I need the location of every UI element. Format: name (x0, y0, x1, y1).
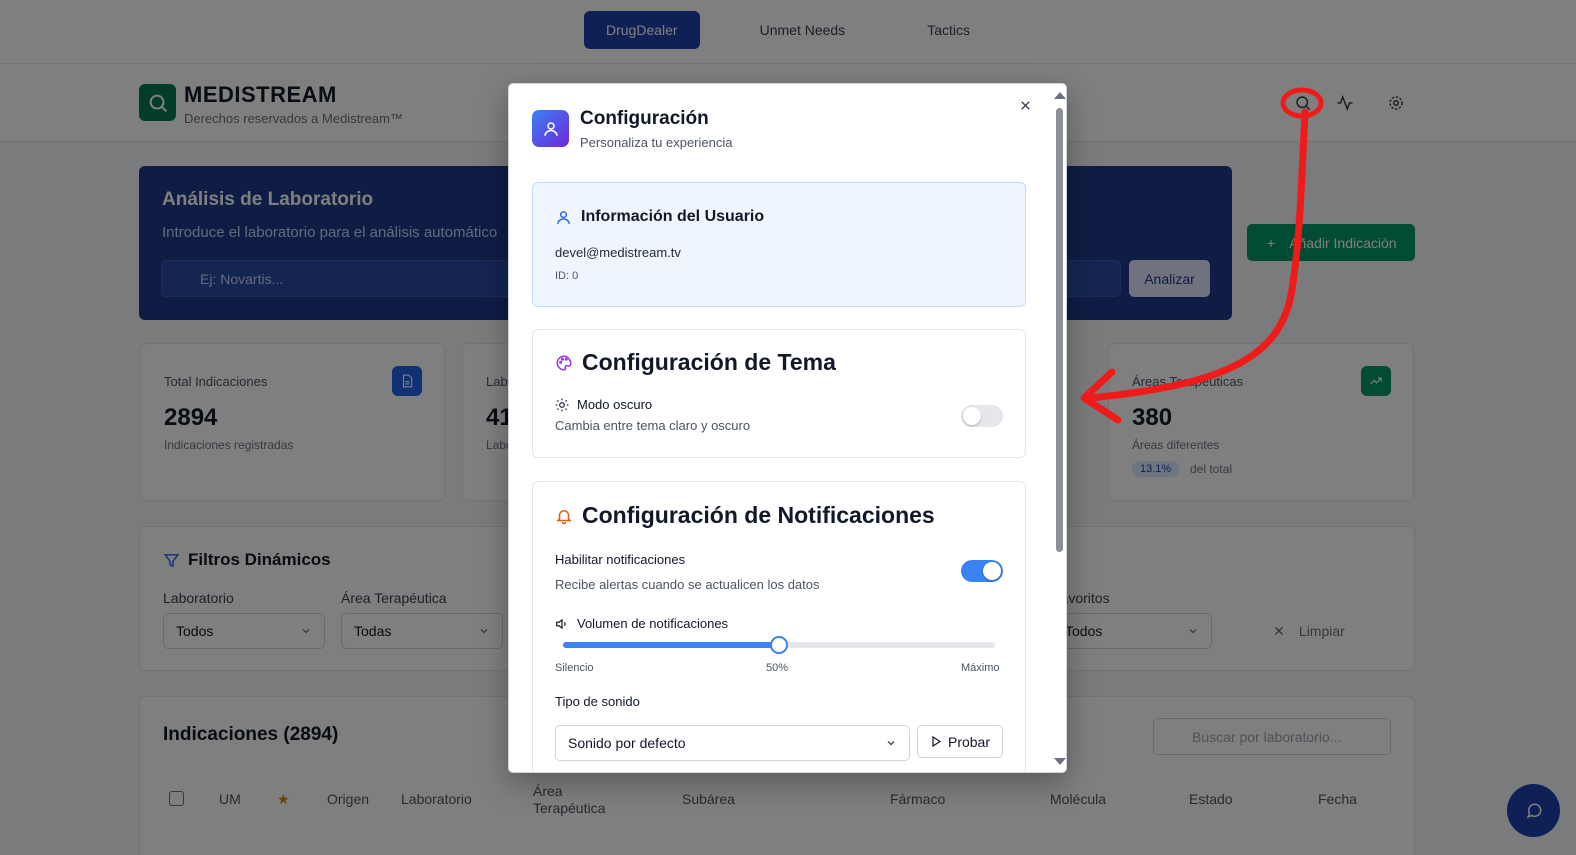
dark-mode-label: Modo oscuro (555, 397, 652, 412)
scroll-up-arrow-icon[interactable] (1054, 92, 1066, 99)
test-sound-label: Probar (947, 733, 991, 750)
enable-notifications-title: Habilitar notificaciones (555, 552, 686, 567)
user-icon (532, 110, 569, 147)
user-icon (557, 210, 570, 224)
notifications-toggle[interactable] (961, 560, 1003, 582)
modal-subtitle: Personaliza tu experiencia (580, 135, 733, 150)
dark-mode-title: Modo oscuro (577, 397, 653, 412)
play-icon (932, 735, 942, 748)
volume-slider-fill (563, 642, 779, 648)
user-info-heading: Información del Usuario (555, 208, 764, 226)
toggle-knob (983, 562, 1001, 580)
theme-section: Configuración de Tema Modo oscuro Cambia… (532, 329, 1026, 458)
notifications-heading: Configuración de Notificaciones (555, 502, 935, 529)
theme-heading: Configuración de Tema (555, 349, 836, 376)
volume-title: Volumen de notificaciones (577, 616, 729, 631)
close-icon[interactable] (1018, 98, 1032, 112)
notifications-title: Configuración de Notificaciones (582, 502, 935, 528)
user-info-section: Información del Usuario devel@medistream… (532, 182, 1026, 307)
volume-max-label: Máximo (961, 662, 1000, 674)
volume-slider[interactable] (563, 636, 995, 654)
test-sound-button[interactable]: Probar (917, 725, 1003, 758)
user-info-title: Información del Usuario (581, 208, 765, 225)
sound-type-select[interactable]: Sonido por defecto (555, 725, 910, 761)
volume-label: Volumen de notificaciones (555, 616, 728, 631)
modal-title: Configuración (580, 108, 709, 129)
sun-icon (555, 398, 569, 411)
sound-type-value: Sonido por defecto (568, 735, 686, 751)
palette-icon (556, 354, 572, 371)
notifications-section: Configuración de Notificaciones Habilita… (532, 481, 1026, 772)
volume-icon (556, 618, 566, 629)
volume-current-label: 50% (766, 662, 789, 674)
theme-title: Configuración de Tema (582, 349, 836, 375)
modal-scrollbar[interactable] (1050, 84, 1066, 772)
user-email: devel@medistream.tv (555, 245, 681, 260)
dark-mode-description: Cambia entre tema claro y oscuro (555, 418, 751, 433)
dark-mode-toggle[interactable] (961, 405, 1003, 427)
scrollbar-thumb[interactable] (1056, 108, 1063, 552)
scroll-down-arrow-icon[interactable] (1054, 758, 1066, 765)
sound-type-title: Tipo de sonido (555, 694, 640, 709)
chevron-down-icon (887, 741, 895, 746)
settings-modal: Configuración Personaliza tu experiencia… (508, 83, 1067, 773)
volume-slider-thumb[interactable] (770, 636, 788, 654)
enable-notifications-description: Recibe alertas cuando se actualicen los … (555, 577, 820, 592)
volume-min-label: Silencio (555, 662, 594, 674)
user-id: ID: 0 (555, 270, 579, 282)
bell-icon (556, 509, 572, 524)
toggle-knob (963, 407, 981, 425)
